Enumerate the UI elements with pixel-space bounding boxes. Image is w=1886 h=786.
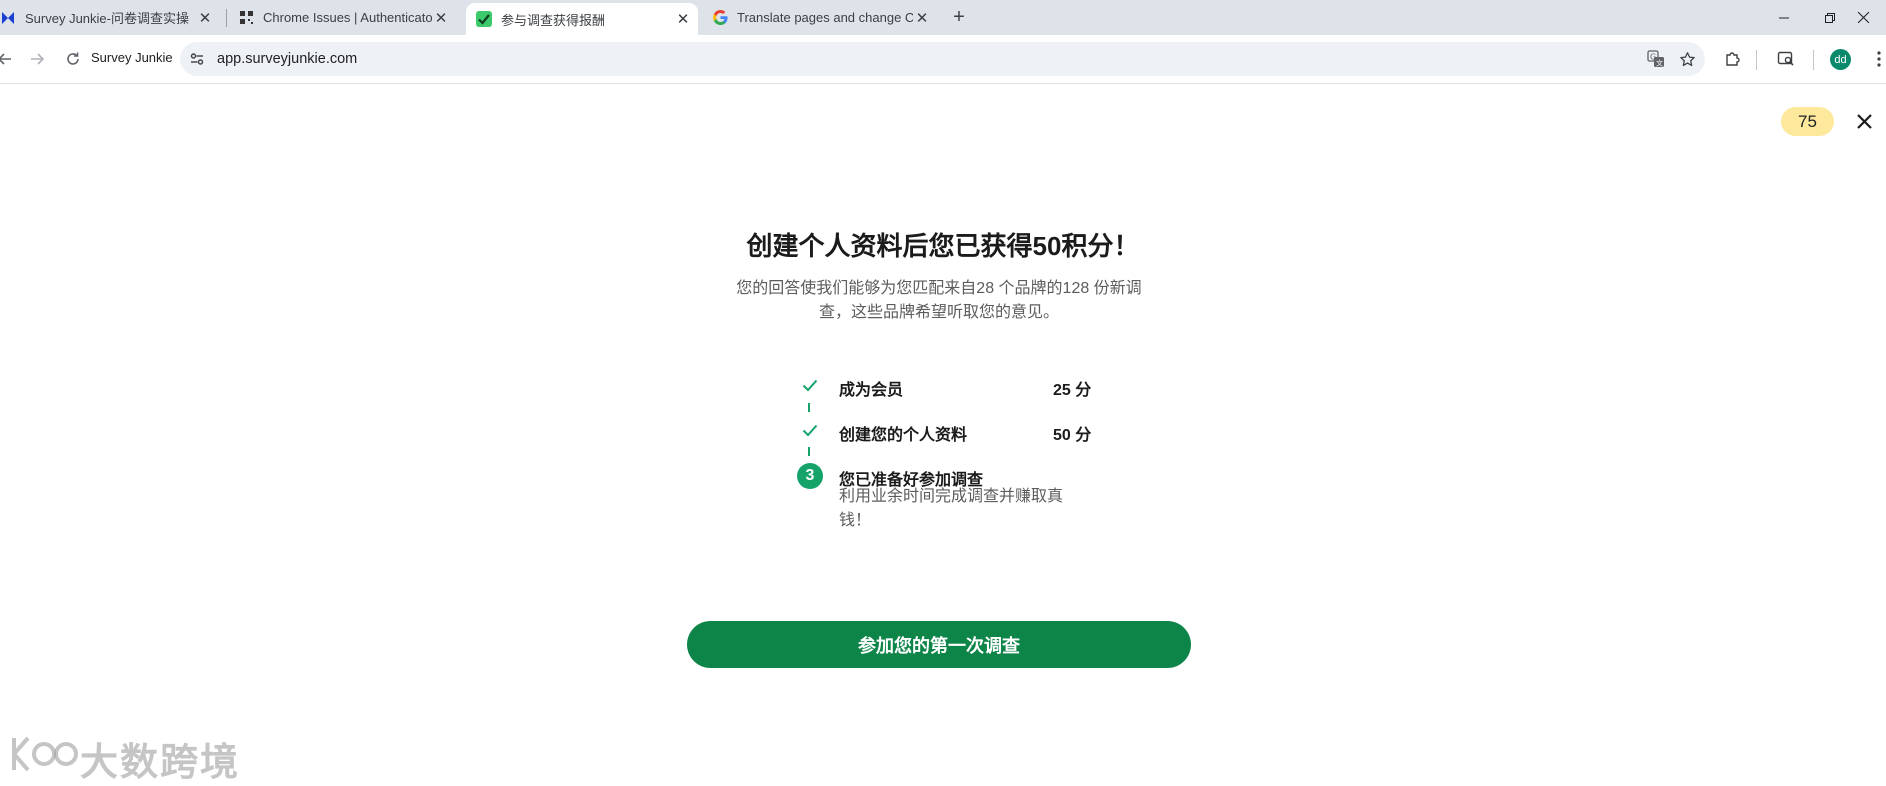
reload-icon[interactable] <box>60 46 86 72</box>
address-bar[interactable]: app.surveyjunkie.com G文 <box>180 42 1705 76</box>
take-first-survey-button[interactable]: 参加您的第一次调查 <box>687 621 1191 668</box>
back-arrow-icon[interactable] <box>0 46 18 72</box>
tab-translate[interactable]: Translate pages and change C ✕ <box>712 0 937 35</box>
step-number-badge: 3 <box>797 463 823 489</box>
site-settings-icon[interactable] <box>184 46 210 72</box>
toolbar-divider <box>1813 50 1814 70</box>
google-favicon-icon <box>712 10 728 26</box>
step-description: 利用业余时间完成调查并赚取真钱！ <box>839 488 1064 529</box>
points-badge: 75 <box>1781 107 1834 136</box>
svg-text:文: 文 <box>1656 59 1663 68</box>
tab-survey-junkie[interactable]: Survey Junkie-问卷调查实操 ✕ <box>0 0 220 35</box>
tab-title: Survey Junkie-问卷调查实操 <box>25 11 189 26</box>
extensions-puzzle-icon[interactable] <box>1720 46 1746 72</box>
tab-close-icon[interactable]: ✕ <box>432 9 450 27</box>
step-connector <box>808 447 810 456</box>
checkmark-icon <box>797 417 823 443</box>
close-window-icon[interactable] <box>1840 0 1886 35</box>
tab-chrome-issues[interactable]: Chrome Issues | Authenticato ✕ <box>236 0 456 35</box>
browser-toolbar: Survey Junkie app.surveyjunkie.com G文 dd <box>0 35 1886 84</box>
checkmark-icon <box>797 372 823 398</box>
page-subtitle: 您的回答使我们能够为您匹配来自28 个品牌的128 份新调查，这些品牌希望听取您… <box>736 280 1142 321</box>
toolbar-divider <box>1756 50 1757 70</box>
translate-icon[interactable]: G文 <box>1643 46 1669 72</box>
url-text[interactable]: app.surveyjunkie.com <box>217 51 357 67</box>
tab-close-icon[interactable]: ✕ <box>913 9 931 27</box>
page-title: 创建个人资料后您已获得50积分！ <box>746 231 1140 261</box>
watermark: 大数跨境 <box>10 730 240 786</box>
tab-separator <box>226 9 227 27</box>
step-points: 50 分 <box>1053 427 1092 444</box>
survey-junkie-favicon-icon <box>0 10 16 26</box>
watermark-logo-icon <box>10 730 80 786</box>
tab-close-icon[interactable]: ✕ <box>196 9 214 27</box>
step-connector <box>808 403 810 412</box>
tab-title: Translate pages and change C <box>737 10 913 25</box>
new-tab-plus-icon[interactable]: + <box>947 5 971 29</box>
step-label: 成为会员 <box>839 382 904 399</box>
profile-avatar[interactable]: dd <box>1830 49 1851 70</box>
more-menu-icon[interactable] <box>1866 46 1886 72</box>
step-label: 创建您的个人资料 <box>839 427 968 444</box>
bookmark-star-icon[interactable] <box>1674 46 1700 72</box>
minimize-icon[interactable] <box>1761 0 1807 35</box>
tab-active-survey[interactable]: 参与调查获得报酬 ✕ <box>466 3 698 35</box>
close-icon[interactable] <box>1851 108 1877 134</box>
step-number: 3 <box>797 463 823 489</box>
tab-title: 参与调查获得报酬 <box>501 12 606 28</box>
tab-strip: Survey Junkie-问卷调查实操 ✕ Chrome Issues | A… <box>0 0 1886 35</box>
forward-arrow-icon[interactable] <box>24 46 50 72</box>
watermark-text: 大数跨境 <box>80 741 241 784</box>
survey-junkie-check-favicon-icon <box>476 11 492 27</box>
qr-code-favicon-icon <box>238 10 254 26</box>
site-chip[interactable]: Survey Junkie <box>91 50 173 65</box>
search-tabs-icon[interactable] <box>1773 46 1799 72</box>
step-points: 25 分 <box>1053 382 1092 399</box>
tab-close-icon[interactable]: ✕ <box>674 10 692 28</box>
tab-title: Chrome Issues | Authenticato <box>263 10 432 25</box>
